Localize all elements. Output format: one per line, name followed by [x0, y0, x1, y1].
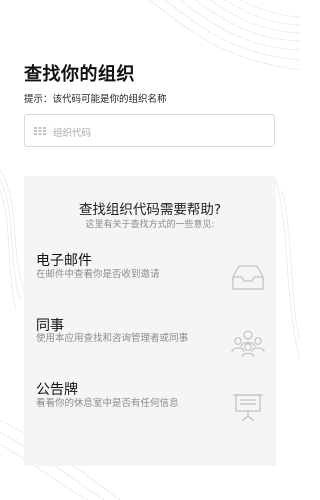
- tip-notice-board-description: 看看你的休息室中是否有任何信息: [36, 398, 179, 409]
- inbox-tray-icon: [232, 265, 264, 290]
- help-subtitle: 这里有关于查找方式的一些意见:: [85, 220, 215, 230]
- grid-icon: [34, 127, 46, 135]
- tip-email-title: 电子邮件: [36, 253, 92, 269]
- page-title: 查找你的组织: [24, 64, 135, 85]
- tip-notice-board-title: 公告牌: [36, 382, 78, 398]
- tip-email-description: 在邮件中查看你是否收到邀请: [36, 269, 160, 280]
- notice-board-icon: [233, 394, 263, 422]
- help-card: 查找组织代码需要帮助? 这里有关于查找方式的一些意见: 电子邮件 在邮件中查看你…: [24, 176, 276, 466]
- people-group-icon: [231, 330, 265, 358]
- tip-colleagues-description: 使用本应用查找和咨询管理者或同事: [36, 333, 189, 344]
- help-title: 查找组织代码需要帮助?: [78, 202, 222, 218]
- org-code-input[interactable]: 组织代码: [24, 114, 275, 147]
- hint-text: 提示：该代码可能是你的组织名称: [24, 94, 167, 105]
- org-code-placeholder: 组织代码: [53, 128, 92, 139]
